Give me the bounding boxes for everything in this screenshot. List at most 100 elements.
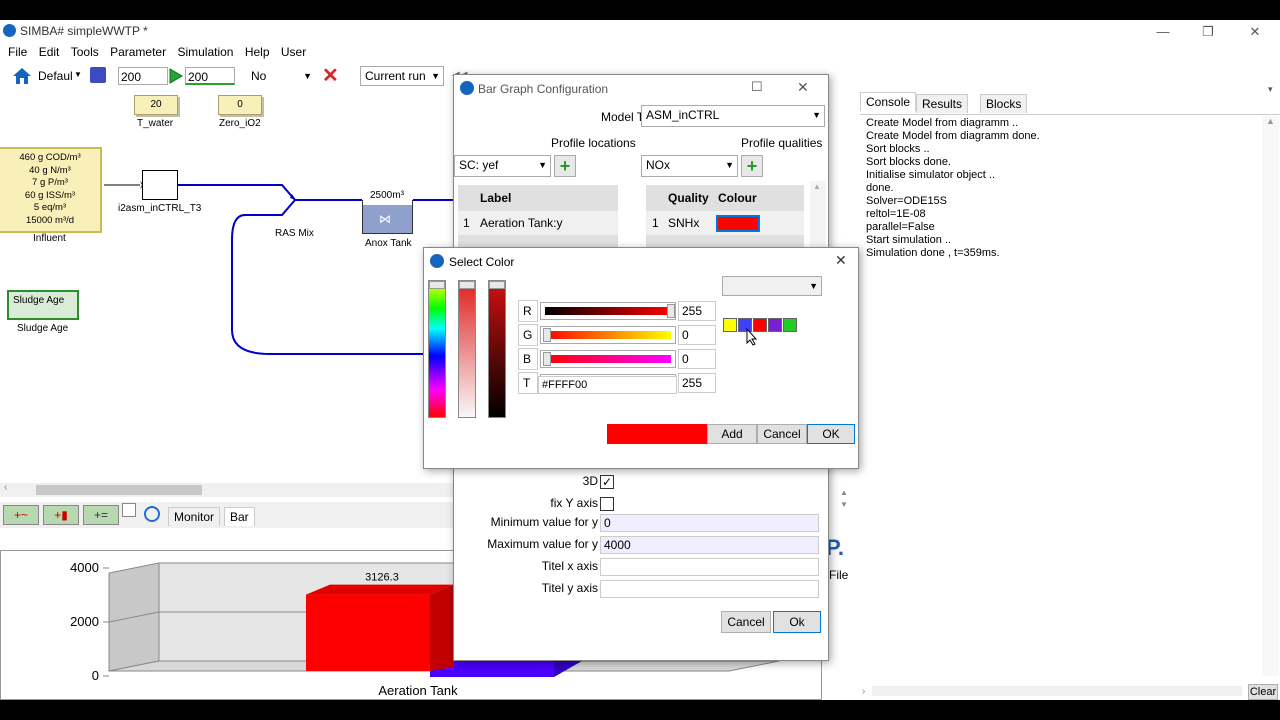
end-value-input[interactable]: 200 [185, 67, 235, 85]
menu-file[interactable]: File [0, 44, 27, 60]
hue-slider[interactable] [428, 280, 446, 418]
restore-icon[interactable]: ❐ [1193, 22, 1223, 42]
influent-block[interactable]: 460 g COD/m³ 40 g N/m³ 7 g P/m³ 60 g ISS… [0, 147, 102, 233]
channel-value[interactable]: 255 [678, 301, 716, 321]
color-ok-button[interactable]: OK [807, 424, 855, 444]
slider-knob[interactable] [543, 328, 551, 342]
props-scroll-up-icon[interactable]: ▲ [840, 488, 848, 497]
add-table-icon[interactable]: += [83, 505, 119, 525]
console-h-scrollbar[interactable] [872, 686, 1242, 696]
slider-knob[interactable] [429, 281, 445, 289]
save-icon[interactable] [90, 67, 106, 83]
t-water-label: T_water [137, 118, 174, 129]
home-icon[interactable] [12, 67, 32, 85]
console-scrollbar[interactable]: ▲ [1262, 116, 1279, 676]
brightness-slider[interactable] [488, 280, 506, 418]
zero-io2-block[interactable]: 0 [218, 95, 262, 115]
prop-titel-y-input[interactable] [600, 580, 819, 598]
menu-parameter[interactable]: Parameter [102, 44, 166, 60]
menu-user[interactable]: User [273, 44, 306, 60]
palette-select[interactable]: ▼ [722, 276, 822, 296]
chevron-down-icon: ▼ [809, 281, 818, 291]
bar-config-maximize-icon[interactable]: ☐ [751, 79, 763, 95]
channel-slider[interactable] [540, 302, 676, 320]
prop-3d-checkbox[interactable]: ✓ [600, 475, 614, 489]
tab-blocks[interactable]: Blocks [980, 94, 1028, 113]
channel-slider[interactable] [540, 350, 676, 368]
sludge-age-block[interactable]: Sludge Age [7, 290, 79, 320]
bar-config-close-icon[interactable]: ✕ [797, 79, 809, 96]
quality-row[interactable]: 1 SNHx [646, 211, 804, 235]
prop-max-y-input[interactable]: 4000 [600, 536, 819, 554]
add-bar-icon[interactable]: +▮ [43, 505, 79, 525]
quality-select[interactable]: NOx ▼ [641, 155, 738, 177]
chevron-up-icon[interactable]: ▲ [813, 182, 821, 191]
add-quality-button[interactable]: + [741, 155, 763, 177]
add-line-icon[interactable]: +~ [3, 505, 39, 525]
slider-knob[interactable] [543, 352, 551, 366]
tab-monitor[interactable]: Monitor [168, 507, 221, 526]
sludge-age-block-text: Sludge Age [13, 295, 65, 306]
minimize-icon[interactable]: — [1148, 22, 1178, 42]
label-row[interactable]: 1 Aeration Tank:y [458, 211, 618, 235]
hex-input[interactable]: #FFFF00 [538, 376, 677, 394]
target-icon[interactable] [144, 506, 160, 522]
mouse-cursor-icon [746, 327, 758, 346]
tab-console[interactable]: Console [860, 92, 917, 111]
chevron-up-icon[interactable]: ▲ [1266, 116, 1275, 126]
slider-knob[interactable] [667, 304, 675, 318]
chevron-down-icon[interactable]: ▾ [1268, 84, 1273, 95]
file-icon[interactable]: P. [826, 534, 852, 562]
props-scroll-down-icon[interactable]: ▼ [840, 500, 848, 509]
solver-option-select[interactable]: No ▼ [246, 66, 316, 86]
console-clear-button[interactable]: Clear [1248, 684, 1278, 700]
select-color-close-icon[interactable]: ✕ [835, 252, 847, 269]
play-icon[interactable] [168, 67, 184, 85]
prop-titel-x-input[interactable] [600, 558, 819, 576]
chevron-down-icon[interactable]: ▼ [74, 70, 82, 79]
color-cancel-button[interactable]: Cancel [757, 424, 807, 444]
channel-value[interactable]: 255 [678, 373, 716, 393]
quality-row-index: 1 [652, 216, 659, 230]
scrollbar-thumb[interactable] [36, 485, 202, 495]
chevron-left-icon[interactable]: ‹ [4, 482, 7, 493]
prop-fix-y-checkbox[interactable] [600, 497, 614, 511]
console-line: reltol=1E-08 [866, 208, 926, 220]
diagram-horizontal-scrollbar[interactable]: ‹ [0, 482, 456, 497]
bar-config-cancel-button[interactable]: Cancel [721, 611, 771, 633]
saturation-slider[interactable] [458, 280, 476, 418]
menu-edit[interactable]: Edit [31, 44, 60, 60]
channel-value[interactable]: 0 [678, 349, 716, 369]
influent-line: 15000 m³/d [25, 214, 75, 226]
chart-checkbox[interactable] [122, 503, 136, 517]
palette-swatch[interactable] [783, 318, 797, 332]
converter-block[interactable] [142, 170, 178, 200]
props-scrollbar[interactable] [838, 507, 852, 531]
chevron-right-icon[interactable]: › [862, 686, 865, 697]
bar-config-ok-button[interactable]: Ok [773, 611, 821, 633]
menu-tools[interactable]: Tools [63, 44, 99, 60]
slider-knob[interactable] [489, 281, 505, 289]
run-select[interactable]: Current run ▼ [360, 66, 444, 86]
quality-row-color-swatch[interactable] [716, 215, 760, 232]
prop-min-y-input[interactable]: 0 [600, 514, 819, 532]
menu-help[interactable]: Help [237, 44, 270, 60]
model-type-select[interactable]: ASM_inCTRL ▼ [641, 105, 825, 127]
profile-select[interactable]: Defaul [38, 69, 73, 83]
slider-knob[interactable] [459, 281, 475, 289]
stop-icon[interactable]: ✕ [322, 66, 339, 86]
palette-swatch[interactable] [723, 318, 737, 332]
location-select[interactable]: SC: yef ▼ [454, 155, 551, 177]
add-location-button[interactable]: + [554, 155, 576, 177]
close-icon[interactable]: ✕ [1240, 22, 1270, 42]
tab-bar[interactable]: Bar [224, 507, 255, 526]
palette-swatch[interactable] [768, 318, 782, 332]
t-water-block[interactable]: 20 [134, 95, 178, 115]
channel-slider[interactable] [540, 326, 676, 344]
channel-value[interactable]: 0 [678, 325, 716, 345]
tab-results[interactable]: Results [916, 94, 969, 113]
start-value-input[interactable]: 200 [118, 67, 168, 85]
anox-tank-block[interactable]: ⋈ [362, 200, 413, 234]
color-add-button[interactable]: Add [707, 424, 757, 444]
menu-simulation[interactable]: Simulation [169, 44, 233, 60]
